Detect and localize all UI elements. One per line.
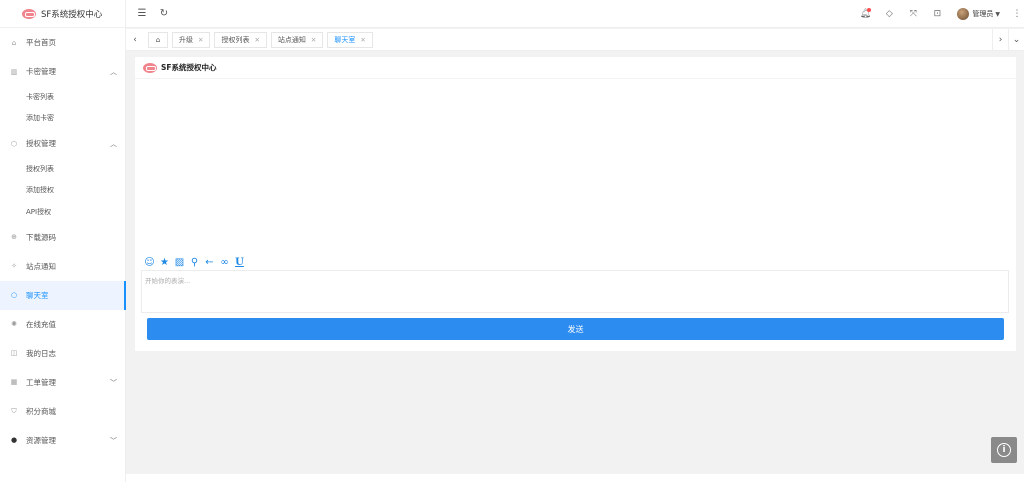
close-icon[interactable]: ✕ bbox=[311, 36, 316, 44]
search-icon[interactable]: ⚲ bbox=[187, 257, 202, 268]
sidebar-item-download[interactable]: ⊕ 下载源码 bbox=[0, 223, 125, 252]
sidebar-item-label: 我的日志 bbox=[26, 348, 56, 358]
menu-toggle-icon[interactable]: ☰ bbox=[136, 8, 148, 19]
notification-dot bbox=[867, 8, 872, 12]
message-placeholder: 开始你的表演... bbox=[145, 277, 191, 285]
chat-icon: ○ bbox=[10, 291, 18, 299]
shield-icon: ⬡ bbox=[10, 139, 18, 148]
sidebar-item-license-management[interactable]: ⬡ 授权管理 ︿ bbox=[0, 129, 125, 158]
notice-icon: ✧ bbox=[11, 262, 17, 270]
close-icon[interactable]: ✕ bbox=[254, 36, 259, 44]
avatar[interactable] bbox=[957, 8, 970, 20]
sidebar-item-resource-management[interactable]: ● 资源管理 ﹀ bbox=[0, 426, 125, 455]
tab-label: 站点通知 bbox=[277, 35, 306, 44]
tab-label: 授权列表 bbox=[221, 35, 250, 44]
image-icon[interactable]: ▨ bbox=[172, 257, 187, 268]
sidebar-item-label: 平台首页 bbox=[26, 38, 56, 47]
log-icon: ◫ bbox=[10, 349, 18, 357]
sidebar: SF系统授权中心 ⌂ 平台首页 ▥ 卡密管理 ︿ 卡密列表 添加卡密 ⬡ 授权管… bbox=[0, 0, 126, 482]
star-icon[interactable]: ★ bbox=[157, 257, 172, 268]
caret-down-icon[interactable]: ▼ bbox=[995, 11, 1000, 18]
editor-toolbar: ☺ ★ ▨ ⚲ ← ∞ U bbox=[142, 255, 247, 269]
app-title: SF系统授权中心 bbox=[41, 9, 103, 20]
sidebar-item-points-mall[interactable]: ⛉ 积分商城 bbox=[0, 397, 125, 426]
sidebar-subitem-api-license[interactable]: API授权 bbox=[0, 201, 125, 223]
chat-panel: SF系统授权中心 ☺ ★ ▨ ⚲ ← ∞ U 开始你的表演... 发送 bbox=[135, 57, 1016, 351]
sidebar-item-ticket-management[interactable]: ▦ 工单管理 ﹀ bbox=[0, 368, 125, 397]
chevron-down-icon: ﹀ bbox=[110, 378, 117, 387]
sidebar-item-label: 授权管理 bbox=[26, 139, 56, 148]
close-icon[interactable]: ✕ bbox=[198, 36, 203, 44]
card-icon: ▥ bbox=[10, 67, 18, 76]
sidebar-item-label: 在线充值 bbox=[26, 319, 56, 329]
message-input[interactable]: 开始你的表演... bbox=[141, 270, 1009, 313]
info-icon: i bbox=[997, 443, 1011, 457]
tab-home[interactable]: ⌂ bbox=[148, 31, 168, 48]
sidebar-item-label: 站点通知 bbox=[26, 261, 56, 271]
tab-controls: › ⌄ bbox=[992, 29, 1024, 51]
emoji-icon[interactable]: ☺ bbox=[142, 257, 157, 268]
link-icon[interactable]: ∞ bbox=[217, 257, 232, 268]
sidebar-item-label: 下载源码 bbox=[26, 232, 56, 242]
sidebar-item-card-management[interactable]: ▥ 卡密管理 ︿ bbox=[0, 57, 125, 86]
chevron-up-icon: ︿ bbox=[110, 140, 117, 148]
tab-bar: ‹ ⌂ 升级 ✕ 授权列表 ✕ 站点通知 ✕ 聊天室 ✕ › ⌄ bbox=[126, 29, 1024, 51]
brand[interactable]: SF系统授权中心 bbox=[0, 0, 125, 28]
app-root: SF系统授权中心 ⌂ 平台首页 ▥ 卡密管理 ︿ 卡密列表 添加卡密 ⬡ 授权管… bbox=[0, 0, 1024, 482]
fullscreen-icon[interactable]: ⤧ bbox=[901, 9, 925, 19]
home-icon: ⌂ bbox=[11, 38, 17, 47]
tab-upgrade[interactable]: 升级 ✕ bbox=[172, 31, 211, 48]
chat-messages[interactable] bbox=[135, 79, 1016, 255]
tabs-scroll-left-icon[interactable]: ‹ bbox=[126, 35, 144, 45]
chevron-up-icon: ︿ bbox=[110, 68, 117, 76]
sidebar-subitem-license-list[interactable]: 授权列表 bbox=[0, 158, 125, 180]
sidebar-item-label: 资源管理 bbox=[26, 435, 56, 445]
sidebar-item-label: 工单管理 bbox=[26, 377, 56, 387]
tab-label: 升级 bbox=[179, 35, 193, 44]
resource-icon: ● bbox=[10, 436, 18, 444]
underline-icon[interactable]: U bbox=[232, 257, 247, 268]
chat-title: SF系统授权中心 bbox=[161, 63, 217, 72]
info-button[interactable]: i bbox=[991, 437, 1017, 463]
tag-icon[interactable]: ◇ bbox=[877, 9, 901, 19]
arrow-left-icon[interactable]: ← bbox=[202, 257, 217, 268]
top-header: ☰ ↻ 🔔︎ ◇ ⤧ ⊡ 管理员 ▼ ⋮ bbox=[126, 0, 1024, 28]
tabs-dropdown-icon[interactable]: ⌄ bbox=[1008, 29, 1024, 51]
recharge-icon: ✺ bbox=[11, 320, 17, 328]
tab-label: 聊天室 bbox=[334, 35, 356, 44]
sidebar-item-label: 卡密管理 bbox=[26, 67, 56, 76]
logo-icon bbox=[22, 8, 36, 19]
sidebar-item-chat-room[interactable]: ○ 聊天室 bbox=[0, 280, 126, 310]
sidebar-item-home[interactable]: ⌂ 平台首页 bbox=[0, 28, 125, 57]
close-icon[interactable]: ✕ bbox=[360, 36, 365, 44]
header-actions: 🔔︎ ◇ ⤧ ⊡ 管理员 ▼ ⋮ bbox=[853, 0, 1024, 28]
logo-icon bbox=[143, 62, 157, 73]
lock-icon[interactable]: ⊡ bbox=[925, 9, 949, 19]
chat-header: SF系统授权中心 bbox=[135, 57, 1016, 79]
tab-license-list[interactable]: 授权列表 ✕ bbox=[214, 31, 267, 48]
sidebar-item-label: 聊天室 bbox=[26, 290, 49, 300]
chevron-down-icon: ﹀ bbox=[110, 436, 117, 445]
more-vertical-icon[interactable]: ⋮ bbox=[1010, 9, 1024, 19]
cart-icon: ⛉ bbox=[11, 406, 17, 415]
sidebar-subitem-add-card[interactable]: 添加卡密 bbox=[0, 108, 125, 130]
send-button[interactable]: 发送 bbox=[147, 318, 1004, 340]
sidebar-item-label: 积分商城 bbox=[26, 406, 56, 416]
bell-icon[interactable]: 🔔︎ bbox=[853, 8, 877, 19]
sidebar-subitem-card-list[interactable]: 卡密列表 bbox=[0, 86, 125, 108]
user-name[interactable]: 管理员 bbox=[972, 9, 993, 19]
sidebar-subitem-add-license[interactable]: 添加授权 bbox=[0, 180, 125, 202]
refresh-icon[interactable]: ↻ bbox=[158, 8, 170, 19]
home-icon: ⌂ bbox=[155, 35, 161, 44]
download-icon: ⊕ bbox=[11, 233, 17, 241]
sidebar-item-recharge[interactable]: ✺ 在线充值 bbox=[0, 310, 125, 339]
footer bbox=[126, 474, 1024, 482]
ticket-icon: ▦ bbox=[10, 378, 18, 386]
sidebar-item-site-notice[interactable]: ✧ 站点通知 bbox=[0, 252, 125, 281]
tabs-scroll-right-icon[interactable]: › bbox=[992, 29, 1008, 51]
tab-site-notice[interactable]: 站点通知 ✕ bbox=[270, 31, 324, 48]
tab-chat-room[interactable]: 聊天室 ✕ bbox=[327, 31, 373, 48]
sidebar-item-my-log[interactable]: ◫ 我的日志 bbox=[0, 339, 125, 368]
